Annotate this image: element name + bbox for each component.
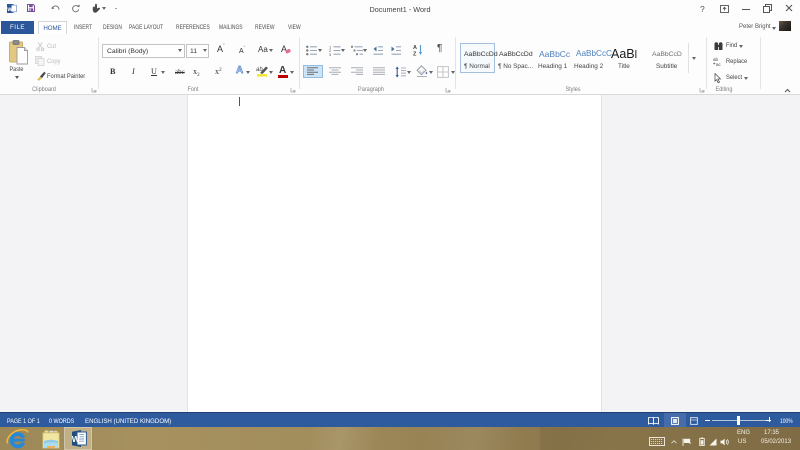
svg-text:3: 3 [329, 52, 332, 56]
svg-text:A: A [413, 45, 417, 51]
svg-text:ac: ac [716, 62, 722, 66]
svg-text:Z: Z [413, 52, 417, 57]
svg-text:W: W [72, 434, 81, 444]
